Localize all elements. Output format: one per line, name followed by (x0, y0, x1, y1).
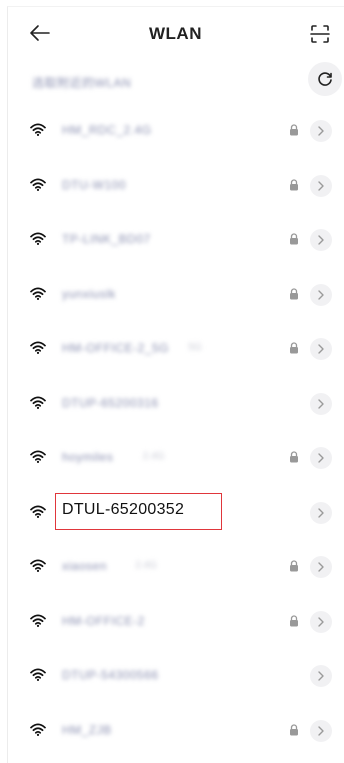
wifi-signal-icon (30, 505, 46, 518)
network-details-button[interactable] (310, 283, 332, 306)
chevron-right-icon (318, 453, 324, 463)
wifi-signal-icon (30, 396, 46, 409)
wifi-signal-icon (30, 232, 46, 245)
lock-icon (290, 124, 298, 136)
wifi-network-row[interactable]: hoymiles 2.4G (7, 431, 344, 486)
chevron-right-icon (318, 671, 324, 681)
network-details-button[interactable] (310, 174, 332, 197)
wifi-network-row[interactable]: HM-OFFICE-2 (7, 595, 344, 650)
lock-icon (290, 178, 298, 190)
wifi-network-row[interactable]: DTU-W100 (7, 159, 344, 214)
wifi-network-list: HM_RDC_2.4G DTU-W100 TP-LINK_BD07 yunxiuslk… (7, 104, 344, 758)
network-ssid: TP-LINK_BD07 (62, 232, 151, 246)
network-details-button[interactable] (310, 501, 332, 524)
lock-icon (290, 451, 298, 463)
chevron-right-icon (318, 344, 324, 354)
network-details-button[interactable] (310, 392, 332, 415)
wifi-signal-icon (30, 559, 46, 572)
wifi-network-row[interactable]: DTUP-54300566 (7, 649, 344, 704)
network-band-label: 2.4G (142, 451, 165, 462)
chevron-right-icon (318, 235, 324, 245)
chevron-right-icon (318, 507, 324, 518)
network-ssid: DTUL-65200352 (62, 500, 185, 518)
network-ssid: yunxiuslk (62, 286, 116, 301)
wifi-network-row[interactable]: TP-LINK_BD07 (7, 213, 344, 268)
chevron-right-icon (318, 126, 324, 136)
network-details-button[interactable] (310, 229, 332, 251)
network-details-button[interactable] (310, 665, 332, 687)
top-bar: WLAN (7, 6, 344, 58)
lock-icon (290, 614, 298, 626)
lock-icon (290, 233, 298, 245)
network-ssid: HM-OFFICE-2 (62, 613, 145, 628)
lock-icon (290, 560, 298, 572)
wifi-signal-icon (30, 123, 46, 136)
lock-icon (290, 287, 298, 299)
wifi-signal-icon (30, 614, 46, 627)
network-details-button[interactable] (310, 447, 332, 469)
page-title: WLAN (149, 24, 202, 43)
network-details-button[interactable] (310, 719, 332, 742)
network-details-button[interactable] (310, 610, 332, 633)
highlighted-ssid-box: DTUL-65200352 (55, 492, 222, 530)
wifi-network-row[interactable]: xiaosen 2.4G (7, 540, 344, 595)
network-ssid: HM-OFFICE-2_5G (62, 341, 170, 355)
chevron-right-icon (318, 725, 324, 736)
wifi-signal-icon (30, 668, 46, 681)
network-band-label: 5G (188, 342, 202, 353)
chevron-right-icon (318, 398, 324, 409)
scan-icon[interactable] (310, 24, 330, 44)
network-ssid: DTUP-54300566 (62, 668, 159, 682)
network-ssid: hoymiles (62, 450, 114, 464)
wifi-signal-icon (30, 450, 46, 463)
nearby-networks-section: 选取附近的WLAN (7, 58, 344, 102)
chevron-right-icon (318, 180, 324, 191)
wifi-signal-icon (30, 341, 46, 354)
refresh-icon (318, 72, 332, 86)
network-ssid: DTU-W100 (62, 177, 127, 192)
wifi-network-row[interactable]: HM_RDC_2.4G (7, 104, 344, 159)
wifi-signal-icon (30, 178, 46, 191)
network-details-button[interactable] (310, 556, 332, 578)
network-ssid: HM_ZJB (62, 722, 112, 737)
network-band-label: 2.4G (135, 560, 157, 571)
wifi-network-row[interactable]: HM-OFFICE-2_5G 5G (7, 322, 344, 377)
chevron-right-icon (318, 562, 324, 572)
chevron-right-icon (318, 616, 324, 627)
wifi-signal-icon (30, 723, 46, 736)
wifi-network-row[interactable]: DTUP-65200316 (7, 377, 344, 432)
lock-icon (290, 723, 298, 735)
chevron-right-icon (318, 289, 324, 300)
network-ssid: DTUP-65200316 (62, 395, 159, 410)
refresh-button[interactable] (308, 62, 342, 96)
wifi-signal-icon (30, 287, 46, 300)
wifi-network-row[interactable]: HM_ZJB (7, 704, 344, 759)
network-ssid: xiaosen (62, 559, 107, 573)
network-details-button[interactable] (310, 338, 332, 360)
lock-icon (290, 342, 298, 354)
section-hint: 选取附近的WLAN (32, 76, 132, 90)
wifi-network-row[interactable]: yunxiuslk (7, 268, 344, 323)
wifi-network-row[interactable]: DTUL-65200352 (7, 486, 344, 541)
network-ssid: HM_RDC_2.4G (62, 123, 152, 137)
network-details-button[interactable] (310, 120, 332, 142)
